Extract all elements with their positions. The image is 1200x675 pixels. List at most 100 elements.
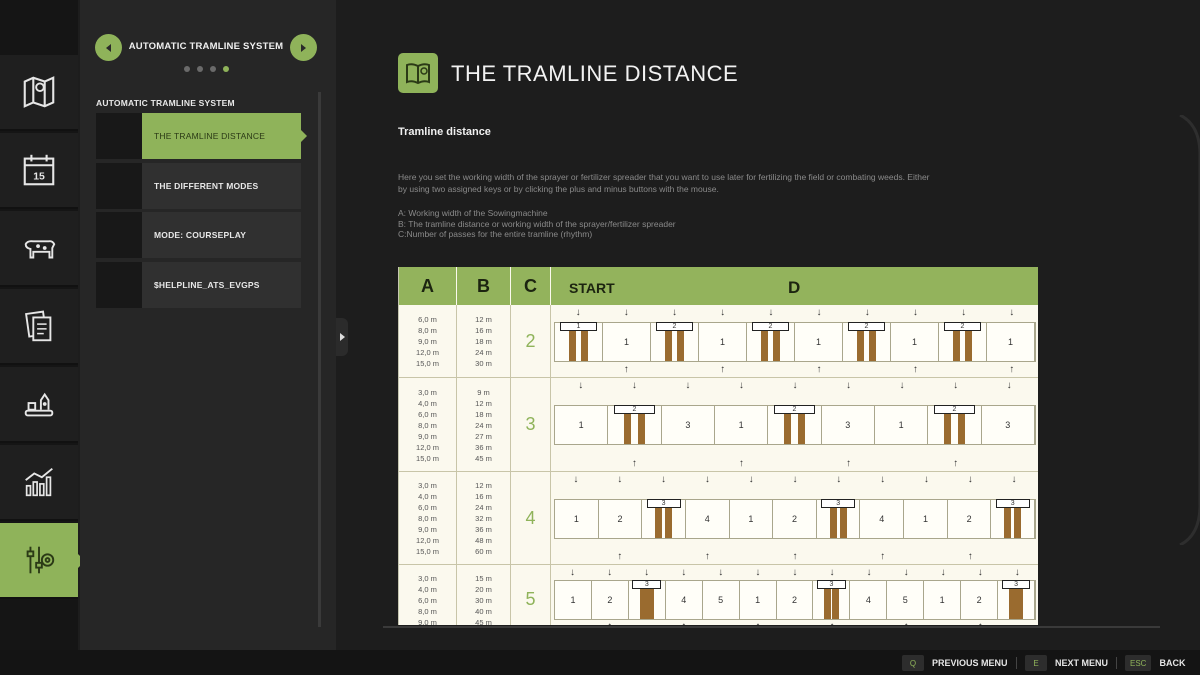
rhythm-cell: 2 — [511, 305, 551, 377]
seeding-pass: 4 — [686, 500, 730, 538]
down-arrow-icon: ↓ — [977, 567, 983, 578]
production-tab-button[interactable] — [0, 367, 78, 443]
width-value: 15,0 m — [416, 453, 439, 463]
diagram-header: A B C START D — [399, 267, 1038, 305]
sprayer-marker: 3 — [646, 499, 681, 508]
distance-value: 24 m — [475, 420, 492, 430]
previous-page-button[interactable] — [95, 34, 122, 61]
menu-item-helpline-evgps[interactable]: $HELPLINE_ATS_EVGPS — [96, 262, 301, 308]
sprayer-marker: 2 — [655, 322, 694, 331]
diagram-row: 3,0 m 4,0 m 6,0 m 8,0 m 9,0 m 12,0 m 15,0 m 12 … — [399, 472, 1038, 565]
menu-item-courseplay[interactable]: MODE: COURSEPLAY — [96, 212, 301, 258]
distance-value: 9 m — [477, 387, 490, 397]
working-width-cell: 3,0 m 4,0 m 6,0 m 8,0 m 9,0 m 12,0 m 15,0 m — [399, 472, 457, 564]
page-dot[interactable] — [197, 66, 203, 72]
menu-item-thumbnail — [96, 212, 142, 258]
width-value: 15,0 m — [416, 547, 439, 556]
next-page-button[interactable] — [290, 34, 317, 61]
hint-label: NEXT MENU — [1055, 658, 1109, 668]
sprayer-marker: 2 — [847, 322, 886, 331]
calendar-tab-button[interactable]: 15 — [0, 133, 78, 209]
back-hint[interactable]: ESC BACK — [1125, 655, 1185, 671]
tramline-pass: 2 — [651, 322, 699, 361]
seeding-pass: 1 — [730, 500, 774, 538]
content-scroll-area[interactable] — [1176, 113, 1200, 547]
up-arrow-icon: ↑ — [739, 621, 776, 625]
page-dot[interactable] — [210, 66, 216, 72]
down-arrow-icon: ↓ — [967, 474, 973, 485]
distance-value: 16 m — [475, 492, 492, 501]
pass-strip: 1121212121 — [554, 322, 1036, 362]
down-arrow-icon: ↓ — [829, 567, 835, 578]
return-arrows: ↑ ↑ ↑ ↑ ↑ — [554, 551, 1036, 562]
diagram-row: 3,0 m 4,0 m 6,0 m 8,0 m 9,0 m 12,0 m 15,0 m9 m… — [399, 378, 1038, 472]
return-arrows: ↑ ↑ ↑ ↑ ↑ — [554, 364, 1036, 375]
up-arrow-icon: ↑ — [846, 458, 851, 469]
distance-value: 48 m — [475, 536, 492, 545]
seeding-pass: 1 — [875, 406, 929, 444]
cow-icon — [24, 240, 56, 259]
up-arrow-icon: ↑ — [888, 621, 925, 625]
input-hint-bar: Q PREVIOUS MENU E NEXT MENU ESC BACK — [0, 650, 1200, 675]
header-a: A — [399, 267, 457, 305]
previous-menu-hint[interactable]: Q PREVIOUS MENU — [902, 655, 1008, 671]
up-arrow-icon: ↑ — [617, 551, 623, 562]
tramline-pass: 3 — [629, 580, 666, 619]
distance-value: 30 m — [475, 359, 492, 368]
menu-item-tramline-distance[interactable]: THE TRAMLINE DISTANCE — [96, 113, 307, 159]
seeding-pass: 2 — [948, 500, 992, 538]
up-arrow-icon — [554, 551, 598, 562]
width-value: 4,0 m — [418, 398, 437, 408]
statistics-tab-button[interactable] — [0, 445, 78, 521]
down-arrow-icon: ↓ — [912, 307, 918, 318]
distance-value: 45 m — [475, 453, 492, 463]
tramline-pass: 3 — [813, 580, 851, 619]
contracts-tab-button[interactable] — [0, 289, 78, 365]
page-title: THE TRAMLINE DISTANCE — [451, 61, 739, 86]
section-subtitle: Tramline distance — [398, 126, 491, 138]
sprayer-marker: 2 — [751, 322, 790, 331]
width-value: 3,0 m — [418, 481, 437, 490]
seeding-pass: 2 — [777, 581, 814, 619]
collapse-panel-button[interactable] — [336, 318, 348, 356]
down-arrow-icon: ↓ — [685, 380, 691, 391]
up-arrow-icon — [729, 551, 773, 562]
next-menu-hint[interactable]: E NEXT MENU — [1025, 655, 1108, 671]
down-arrow-icon: ↓ — [573, 474, 579, 485]
tramline-diagram: A B C START D 6,0 m 8,0 m 9,0 m 12,0 m 15,0 … — [398, 267, 1038, 625]
width-value: 8,0 m — [418, 606, 437, 616]
up-arrow-icon: ↑ — [792, 551, 798, 562]
width-value: 3,0 m — [418, 573, 437, 583]
menu-scrollbar[interactable] — [318, 92, 321, 627]
settings-tab-button[interactable] — [0, 523, 85, 599]
menu-item-different-modes[interactable]: THE DIFFERENT MODES — [96, 163, 301, 209]
working-width-cell: 6,0 m 8,0 m 9,0 m 12,0 m 15,0 m — [399, 305, 457, 377]
distance-value: 24 m — [475, 503, 492, 512]
up-arrow-icon — [817, 551, 861, 562]
distance-value: 30 m — [475, 595, 492, 605]
seeding-pass: 1 — [740, 581, 777, 619]
page-dot-active[interactable] — [223, 66, 229, 72]
tramline-pass: 2 — [768, 405, 822, 444]
seeding-pass: 1 — [555, 500, 599, 538]
down-arrow-icon: ↓ — [1006, 380, 1012, 391]
width-value: 9,0 m — [418, 525, 437, 534]
distance-value: 36 m — [475, 525, 492, 534]
legend-line: A: Working width of the Sowingmachine — [398, 208, 548, 218]
seeding-pass: 4 — [860, 500, 905, 538]
pass-strip: 12341234123 — [554, 499, 1036, 539]
menu-item-label: $HELPLINE_ATS_EVGPS — [154, 280, 260, 290]
animals-tab-button[interactable] — [0, 211, 78, 287]
seeding-pass: 5 — [887, 581, 925, 619]
tramline-pass: 3 — [998, 580, 1035, 619]
map-tab-button[interactable] — [0, 55, 78, 131]
seeding-pass: 1 — [555, 581, 592, 619]
pass-strip: 1234512345123 — [554, 580, 1036, 620]
down-arrow-icon: ↓ — [768, 307, 774, 318]
tramline-distance-cell: 12 m 16 m 18 m 24 m 30 m — [457, 305, 511, 377]
down-arrow-icon: ↓ — [923, 474, 929, 485]
down-arrow-icon: ↓ — [1011, 474, 1017, 485]
key-badge: E — [1025, 655, 1047, 671]
down-arrow-icon: ↓ — [866, 567, 872, 578]
page-dot[interactable] — [184, 66, 190, 72]
